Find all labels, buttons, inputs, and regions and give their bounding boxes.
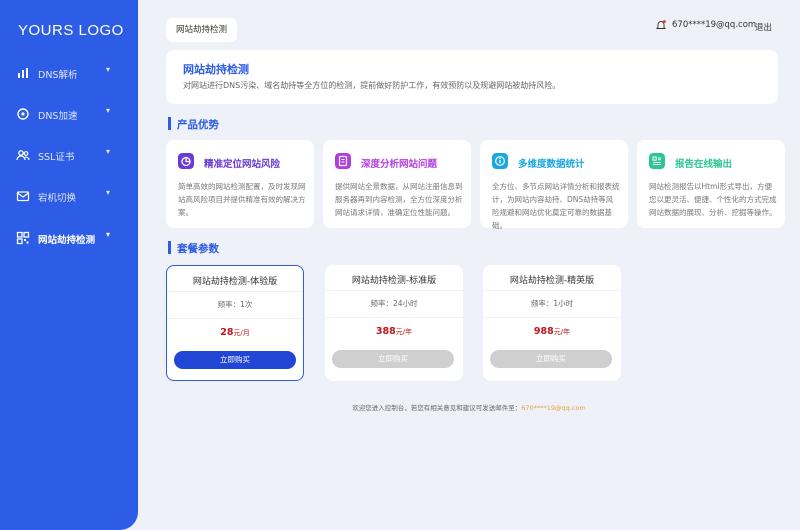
feature-card: 深度分析网站问题 提供网站全景数据，从网站注册信息到服务器再到内容检测，全方位深…: [323, 140, 471, 228]
logo: YOURS LOGO: [18, 22, 124, 39]
price-unit: 元/年: [553, 328, 571, 336]
tab-hijack-detect[interactable]: 网站劫持检测: [166, 18, 238, 42]
feature-card: 多维度数据统计 全方位、多节点网站详情分析和报表统计，为网站内容劫持、DNS劫持…: [480, 140, 628, 230]
page-description: 对网站进行DNS污染、域名劫持等全方位的检测，提前做好防护工作，有效预防以及规避…: [183, 81, 561, 90]
chevron-down-icon: ▾: [106, 230, 111, 239]
sidebar-item-failover[interactable]: 宕机切换 ▾: [0, 184, 138, 208]
feature-card: 报告在线输出 网站检测报告以Html形式导出，方便您以更灵活、便捷、个性化的方式…: [637, 140, 785, 228]
feature-desc: 简单高效的网站检测配置，及时发现网站高风险项目并提供精准有效的解决方案。: [178, 182, 306, 217]
divider: [325, 290, 463, 291]
feature-title: 深度分析网站问题: [361, 159, 438, 170]
sidebar-item-label: 网站劫持检测: [38, 235, 96, 246]
info-icon: [492, 153, 508, 169]
sidebar-item-label: DNS解析: [38, 70, 78, 81]
sidebar-item-ssl[interactable]: SSL证书 ▾: [0, 143, 138, 167]
price-value: 28: [220, 327, 234, 338]
footer: 欢迎您进入控制台，若您有相关意见和建议可发送邮件至：670****19@qq.c…: [138, 402, 800, 412]
divider: [483, 317, 621, 318]
feature-card: 精准定位网站风险 简单高效的网站检测配置，及时发现网站高风险项目并提供精准有效的…: [166, 140, 314, 228]
sidebar-item-label: DNS加速: [38, 111, 78, 122]
users-icon: [16, 150, 30, 161]
logout-button[interactable]: 退出: [755, 21, 772, 33]
sidebar-item-label: 宕机切换: [38, 193, 77, 204]
section-title-advantages: 产品优势: [168, 117, 219, 132]
plan-card-trial: 网站劫持检测-体验版 频率：1次 28元/月 立即购买: [166, 265, 304, 381]
main-content: 网站劫持检测 670****19@qq.com 退出 网站劫持检测 对网站进行D…: [138, 0, 800, 530]
bar-chart-icon: [18, 68, 28, 78]
sidebar-item-dns-accel[interactable]: DNS加速 ▾: [0, 102, 138, 126]
mail-icon: [16, 191, 30, 202]
buy-button[interactable]: 立即购买: [174, 351, 296, 369]
intro-card: 网站劫持检测 对网站进行DNS污染、域名劫持等全方位的检测，提前做好防护工作，有…: [166, 50, 778, 104]
plan-price: 28元/月: [167, 327, 303, 338]
report-icon: [649, 153, 665, 169]
user-email: 670****19@qq.com: [672, 20, 757, 30]
sidebar-item-hijack-detect[interactable]: 网站劫持检测 ▾: [0, 226, 138, 250]
plan-name: 网站劫持检测-体验版: [192, 277, 278, 287]
divider: [483, 290, 621, 291]
footer-email-link[interactable]: 670****19@qq.com: [521, 404, 585, 412]
page-title: 网站劫持检测: [183, 63, 249, 76]
gauge-icon: [17, 108, 29, 120]
feature-desc: 网站检测报告以Html形式导出，方便您以更灵活、便捷、个性化的方式完成网站数据的…: [649, 182, 777, 217]
qrcode-icon: [16, 231, 30, 245]
chevron-down-icon: ▾: [106, 106, 111, 115]
price-value: 988: [533, 326, 554, 337]
feature-title: 精准定位网站风险: [204, 159, 281, 170]
plan-frequency: 频率：1小时: [530, 299, 574, 308]
buy-button[interactable]: 立即购买: [332, 350, 454, 368]
plan-frequency: 频率：1次: [217, 300, 253, 309]
divider: [167, 291, 303, 292]
price-value: 388: [375, 326, 396, 337]
plan-price: 988元/年: [483, 326, 621, 337]
bell-icon[interactable]: [656, 20, 666, 30]
feature-desc: 全方位、多节点网站详情分析和报表统计，为网站内容劫持、DNS劫持等风险规避和网站…: [492, 182, 620, 230]
plan-price: 388元/年: [325, 326, 463, 337]
price-unit: 元/月: [233, 329, 250, 337]
plan-card-standard: 网站劫持检测-标准版 频率：24小时 388元/年 立即购买: [325, 265, 463, 381]
chevron-down-icon: ▾: [106, 188, 111, 197]
document-icon: [335, 153, 351, 169]
buy-button[interactable]: 立即购买: [490, 350, 612, 368]
price-unit: 元/年: [395, 328, 413, 336]
pie-chart-icon: [178, 153, 194, 169]
plan-name: 网站劫持检测-精英版: [509, 276, 595, 286]
feature-title: 报告在线输出: [675, 159, 733, 170]
sidebar-item-label: SSL证书: [38, 152, 75, 163]
feature-title: 多维度数据统计: [518, 159, 585, 170]
section-title-plans: 套餐参数: [168, 241, 219, 256]
plan-frequency: 频率：24小时: [370, 299, 418, 308]
feature-desc: 提供网站全景数据，从网站注册信息到服务器再到内容检测，全方位深度分析网站请求详情…: [335, 182, 463, 217]
chevron-down-icon: ▾: [106, 65, 111, 74]
plan-card-elite: 网站劫持检测-精英版 频率：1小时 988元/年 立即购买: [483, 265, 621, 381]
sidebar: YOURS LOGO DNS解析 ▾ DNS加速 ▾ SSL证书 ▾ 宕机切换 …: [0, 0, 138, 530]
chevron-down-icon: ▾: [106, 147, 111, 156]
plan-name: 网站劫持检测-标准版: [351, 276, 437, 286]
user-info[interactable]: 670****19@qq.com: [656, 20, 756, 30]
sidebar-item-dns[interactable]: DNS解析 ▾: [0, 61, 138, 85]
divider: [325, 317, 463, 318]
divider: [167, 318, 303, 319]
footer-text: 欢迎您进入控制台，若您有相关意见和建议可发送邮件至：: [352, 404, 522, 412]
